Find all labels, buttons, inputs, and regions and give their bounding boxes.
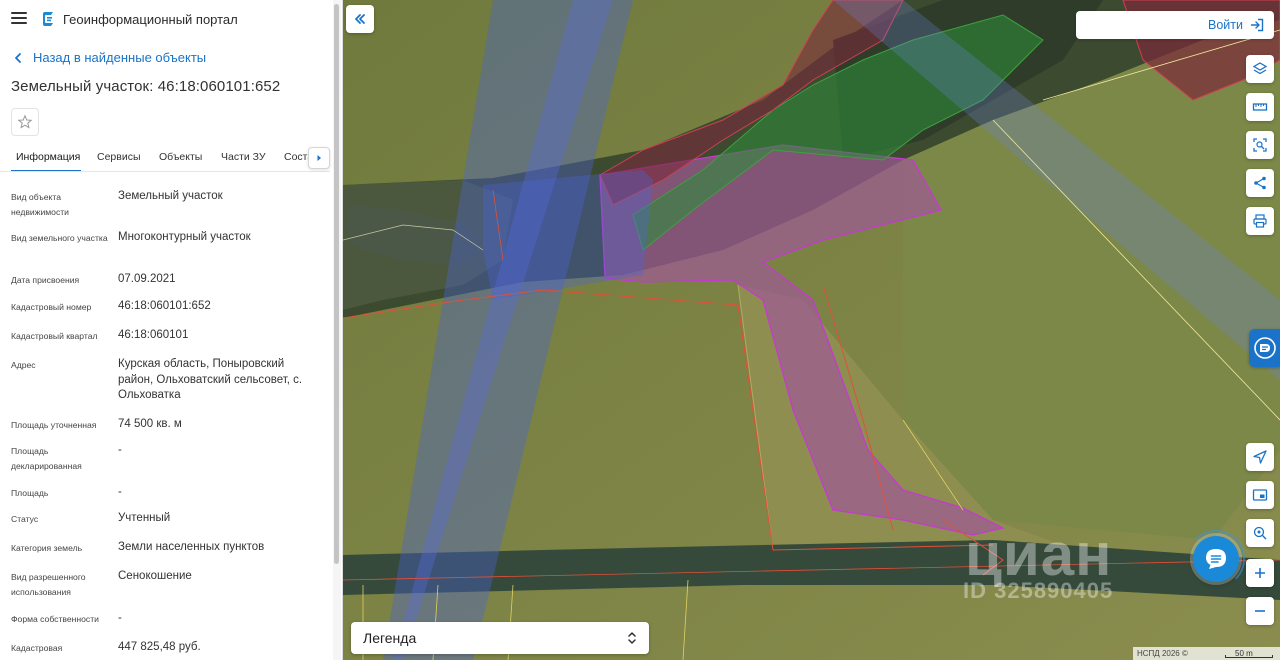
property-label: Адрес [11,360,36,370]
ruler-icon [1252,103,1268,111]
map-scale-bar [1225,655,1273,658]
up-down-arrows-icon [628,632,636,644]
login-button[interactable]: Войти [1076,11,1274,39]
property-label: Площадь [11,488,49,498]
assistant-button[interactable] [1249,329,1280,367]
login-label: Войти [1208,18,1243,32]
chevron-left-icon [15,52,21,63]
tab-scroll-button[interactable] [308,147,330,169]
login-icon [1250,18,1264,32]
tab-objects[interactable]: Объекты [159,151,202,163]
chevron-right-icon [317,155,321,161]
share-icon [1254,176,1266,190]
select-area-button[interactable] [1246,131,1274,159]
print-button[interactable] [1246,207,1274,235]
tab-bar: Информация Сервисы Объекты Части ЗУ Сост… [0,146,330,172]
property-value: Земельный участок [118,190,223,202]
minimap-icon [1252,489,1268,501]
property-label: Вид земельного участка [11,233,108,243]
legend-panel[interactable]: Легенда [351,622,649,654]
chat-button[interactable] [1193,536,1239,582]
zoom-out-button[interactable] [1246,597,1274,625]
layers-icon [1252,62,1268,75]
geo-search-icon [1253,526,1267,540]
satellite-map [343,0,1280,660]
star-icon [17,114,33,129]
tab-info[interactable]: Информация [16,151,80,163]
map-canvas[interactable]: циан ID 325890405 [343,0,1280,660]
property-label: Статус [11,514,39,524]
locate-button[interactable] [1246,443,1274,471]
property-value: 447 825,48 руб. [118,641,201,653]
property-value: Многоконтурный участок [118,231,251,243]
geo-search-button[interactable] [1246,519,1274,547]
property-label: Площадь декларированная [11,446,82,471]
map-scale-label: 50 m [1235,649,1253,658]
sidebar-scrollbar-thumb[interactable] [334,4,339,564]
tab-services[interactable]: Сервисы [97,151,141,163]
back-to-results-link[interactable]: Назад в найденные объекты [11,50,206,65]
tab-parts[interactable]: Части ЗУ [221,151,266,163]
minus-icon [1255,610,1265,612]
property-value: - [118,486,122,498]
sidebar: Геоинформационный портал Назад в найденн… [0,0,343,660]
legend-label: Легенда [363,630,417,646]
print-icon [1253,214,1267,228]
watermark-id: ID 325890405 [963,578,1114,603]
back-link-label: Назад в найденные объекты [33,50,207,65]
select-area-icon [1253,138,1267,152]
property-value: 46:18:060101 [118,329,189,341]
plus-icon [1255,568,1265,578]
locate-icon [1253,450,1267,464]
property-value: Земли населенных пунктов [118,541,265,553]
property-value: - [118,444,122,456]
property-label: Дата присвоения [11,275,80,285]
property-label: Категория земель [11,543,83,553]
favorite-button[interactable] [11,108,39,136]
layers-button[interactable] [1246,55,1274,83]
chat-icon [1206,549,1226,569]
property-label: Кадастровый квартал [11,331,98,341]
zoom-in-button[interactable] [1246,559,1274,587]
ruler-button[interactable] [1246,93,1274,121]
page-title: Земельный участок: 46:18:060101:652 [11,78,281,95]
property-value: 74 500 кв. м [118,418,182,430]
property-label: Вид разрешенного использования [11,572,86,597]
property-value: - [118,612,122,624]
active-tab-indicator [11,170,81,171]
property-label: Кадастровая [11,643,63,653]
portal-logo-icon [43,12,53,26]
property-label: Площадь уточненная [11,420,97,430]
menu-icon[interactable] [11,12,27,24]
property-value: 46:18:060101:652 [118,300,211,312]
sidebar-header: Геоинформационный портал [0,0,342,38]
property-label: Вид объекта недвижимости [11,192,69,217]
property-label: Форма собственности [11,614,99,624]
property-value: 07.09.2021 [118,273,176,285]
property-value: Учтенный [118,512,171,524]
map-attribution[interactable]: НСПД 2026 © [1133,647,1280,660]
collapse-sidebar-button[interactable] [346,5,374,33]
minimap-button[interactable] [1246,481,1274,509]
assistant-icon [1253,337,1276,359]
property-value: Сенокошение [118,570,192,582]
app-title: Геоинформационный портал [63,12,238,27]
property-label: Кадастровый номер [11,302,92,312]
share-button[interactable] [1246,169,1274,197]
double-chevron-left-icon [355,14,365,24]
property-value: Курская область, Поныровский район, Ольх… [118,358,303,401]
